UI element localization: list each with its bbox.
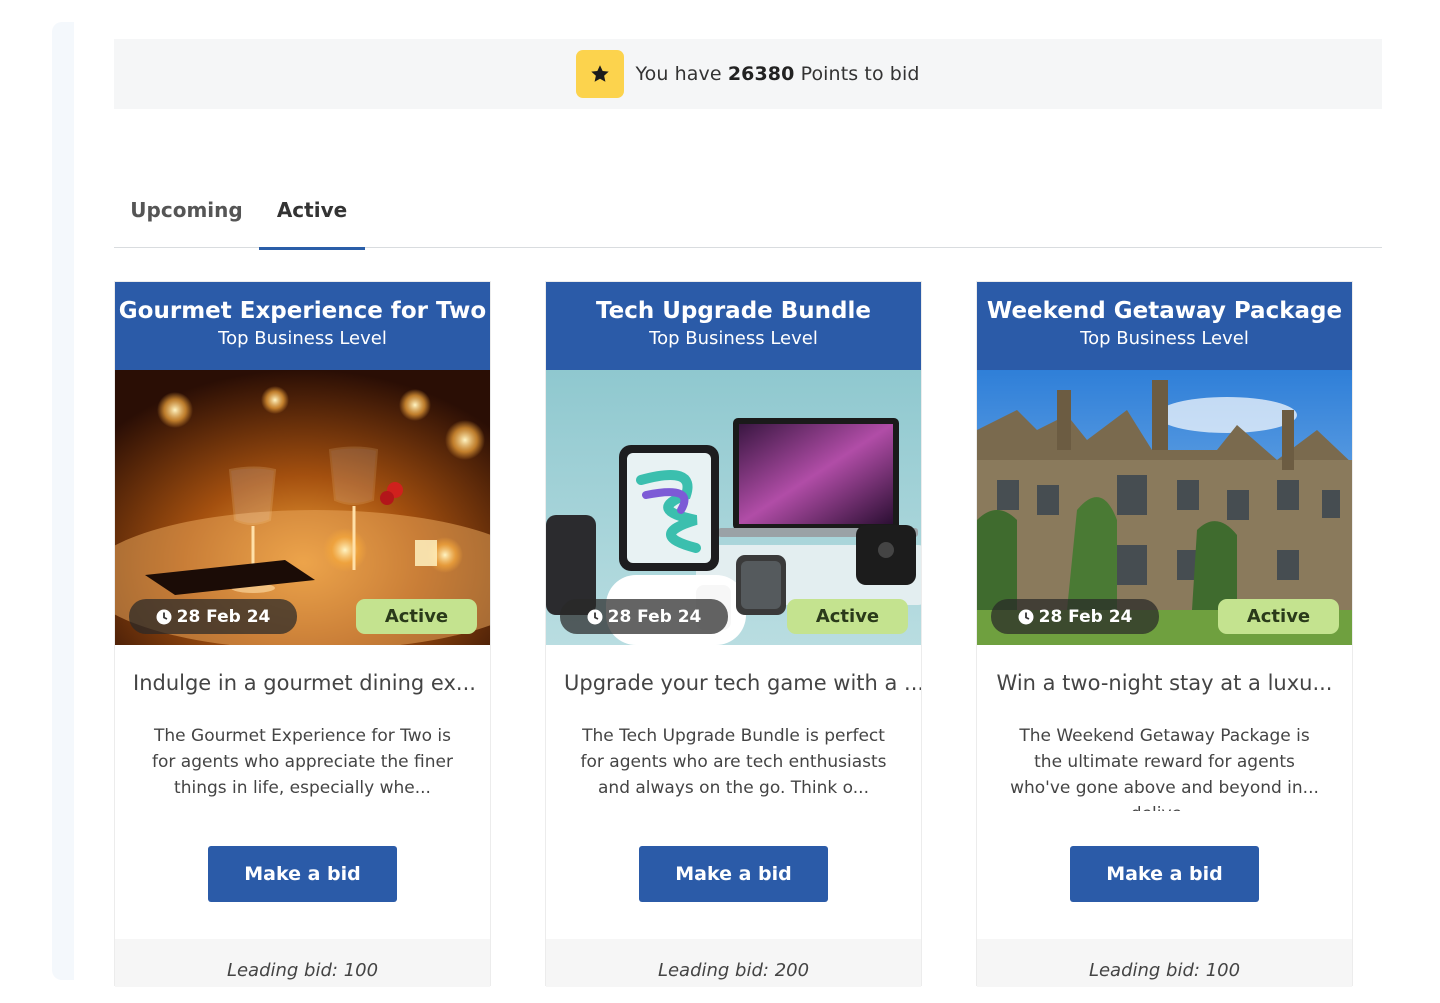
make-bid-button[interactable]: Make a bid bbox=[639, 846, 828, 902]
card-header: Gourmet Experience for Two Top Business … bbox=[115, 282, 490, 370]
clock-icon bbox=[1018, 609, 1034, 625]
status-badge: Active bbox=[787, 599, 908, 634]
tab-upcoming[interactable]: Upcoming bbox=[114, 172, 259, 248]
auction-page: You have 26380 Points to bid Upcoming Ac… bbox=[0, 0, 1440, 1003]
points-suffix: Points to bid bbox=[800, 63, 920, 85]
status-badge: Active bbox=[1218, 599, 1339, 634]
card-description: The Tech Upgrade Bundle is perfect for a… bbox=[580, 726, 887, 798]
points-banner: You have 26380 Points to bid bbox=[114, 39, 1382, 109]
auction-card: Gourmet Experience for Two Top Business … bbox=[114, 281, 491, 987]
date-badge: 28 Feb 24 bbox=[560, 599, 728, 634]
leading-bid: Leading bid: 100 bbox=[115, 939, 490, 987]
card-header: Tech Upgrade Bundle Top Business Level bbox=[546, 282, 921, 370]
card-summary: Indulge in a gourmet dining ex... bbox=[133, 671, 476, 695]
make-bid-button[interactable]: Make a bid bbox=[1070, 846, 1259, 902]
clock-icon bbox=[587, 609, 603, 625]
card-description: The Gourmet Experience for Two is for ag… bbox=[152, 726, 453, 798]
date-badge: 28 Feb 24 bbox=[129, 599, 297, 634]
date-text: 28 Feb 24 bbox=[176, 606, 271, 627]
card-description: The Weekend Getaway Package is the ultim… bbox=[1010, 726, 1319, 811]
status-badge: Active bbox=[356, 599, 477, 634]
auction-tabs: Upcoming Active bbox=[114, 172, 1382, 250]
card-summary: Upgrade your tech game with a ... bbox=[564, 671, 921, 695]
leading-bid: Leading bid: 100 bbox=[977, 939, 1352, 987]
make-bid-button[interactable]: Make a bid bbox=[208, 846, 397, 902]
date-text: 28 Feb 24 bbox=[607, 606, 702, 627]
date-badge: 28 Feb 24 bbox=[991, 599, 1159, 634]
card-title: Tech Upgrade Bundle bbox=[595, 298, 871, 324]
apple-devices-photo: 28 Feb 24 Active bbox=[546, 370, 921, 645]
card-title: Gourmet Experience for Two bbox=[118, 298, 487, 324]
card-level: Top Business Level bbox=[218, 328, 387, 349]
tab-active[interactable]: Active bbox=[259, 172, 365, 250]
date-text: 28 Feb 24 bbox=[1038, 606, 1133, 627]
left-rail bbox=[52, 22, 74, 980]
leading-bid: Leading bid: 200 bbox=[546, 939, 921, 987]
manor-house-photo: 28 Feb 24 Active bbox=[977, 370, 1352, 645]
clock-icon bbox=[156, 609, 172, 625]
card-level: Top Business Level bbox=[1080, 328, 1249, 349]
card-title: Weekend Getaway Package bbox=[986, 298, 1343, 324]
card-header: Weekend Getaway Package Top Business Lev… bbox=[977, 282, 1352, 370]
card-summary: Win a two-night stay at a luxu... bbox=[996, 671, 1333, 695]
points-value: 26380 bbox=[727, 63, 795, 85]
auction-card: Tech Upgrade Bundle Top Business Level 2… bbox=[545, 281, 922, 987]
star-icon bbox=[576, 50, 625, 98]
card-level: Top Business Level bbox=[649, 328, 818, 349]
points-prefix: You have bbox=[635, 63, 722, 85]
restaurant-table-photo: 28 Feb 24 Active bbox=[115, 370, 490, 645]
points-text: You have 26380 Points to bid bbox=[635, 63, 919, 85]
auction-card: Weekend Getaway Package Top Business Lev… bbox=[976, 281, 1353, 987]
